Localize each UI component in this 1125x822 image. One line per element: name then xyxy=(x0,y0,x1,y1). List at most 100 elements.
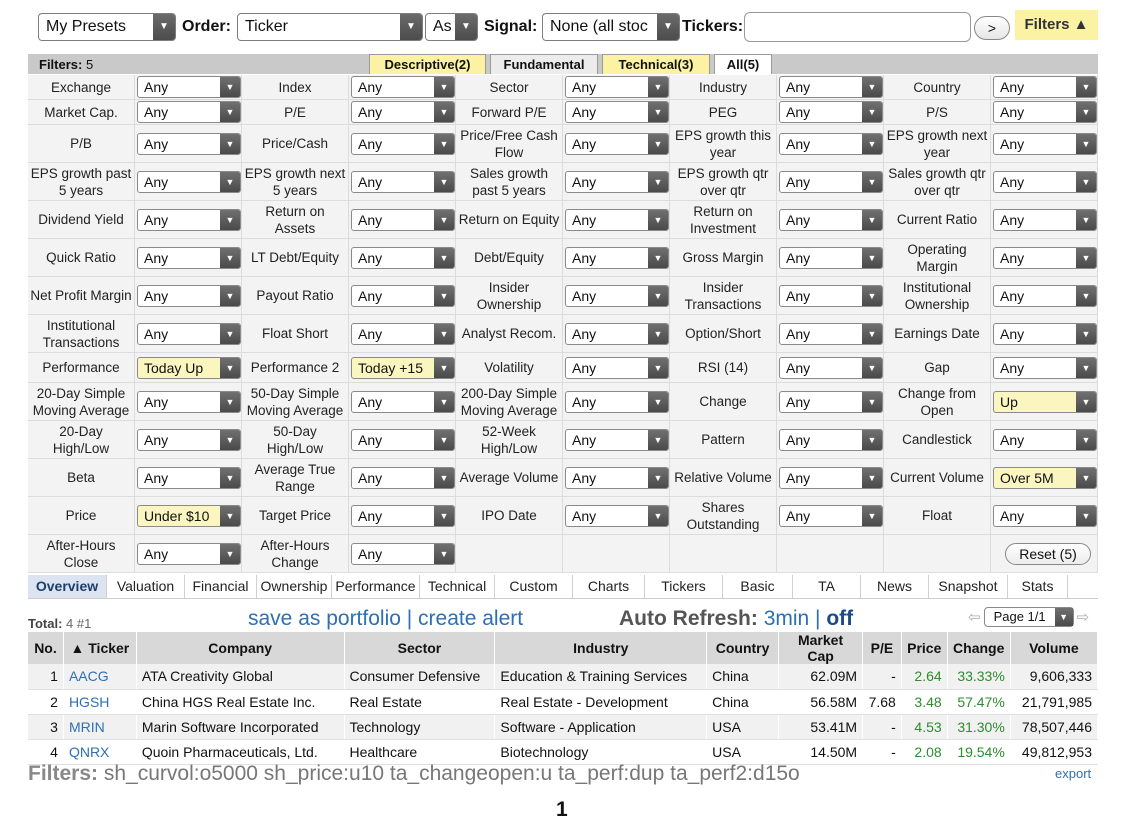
filter-select-pattern[interactable]: Any ▼ xyxy=(779,428,883,451)
filter-select-eps-growth-next-5-years[interactable]: Any ▼ xyxy=(351,170,455,193)
filter-select-net-profit-margin[interactable]: Any ▼ xyxy=(137,284,241,307)
ticker-link[interactable]: MRIN xyxy=(63,714,137,740)
filter-select-operating-margin[interactable]: Any ▼ xyxy=(993,246,1097,269)
filter-select-volatility[interactable]: Any ▼ xyxy=(565,356,669,379)
filter-select-return-on-assets[interactable]: Any ▼ xyxy=(351,208,455,231)
filter-select-performance-2[interactable]: Today +15 ▼ xyxy=(351,356,455,379)
next-page-arrow-icon[interactable]: ⇨ xyxy=(1077,608,1090,626)
filter-select-institutional-ownership[interactable]: Any ▼ xyxy=(993,284,1097,307)
tab-financial[interactable]: Financial xyxy=(185,575,257,598)
ticker-link[interactable]: QNRX xyxy=(63,739,137,765)
filter-select-payout-ratio[interactable]: Any ▼ xyxy=(351,284,455,307)
filter-select-eps-growth-past-5-years[interactable]: Any ▼ xyxy=(137,170,241,193)
filter-select-200-day-simple-moving-average[interactable]: Any ▼ xyxy=(565,390,669,413)
column-header-sector[interactable]: Sector xyxy=(344,632,496,664)
filter-select-earnings-date[interactable]: Any ▼ xyxy=(993,322,1097,345)
filter-select-change-from-open[interactable]: Up ▼ xyxy=(993,390,1097,413)
filter-select-float[interactable]: Any ▼ xyxy=(993,504,1097,527)
tab-descriptive[interactable]: Descriptive(2) xyxy=(369,54,486,74)
filter-select-industry[interactable]: Any ▼ xyxy=(779,76,883,98)
filter-select-institutional-transactions[interactable]: Any ▼ xyxy=(137,322,241,345)
filter-select-52-week-high-low[interactable]: Any ▼ xyxy=(565,428,669,451)
ticker-link[interactable]: AACG xyxy=(63,664,137,690)
order-direction-select[interactable]: As ▼ xyxy=(425,13,478,41)
filter-select-lt-debt-equity[interactable]: Any ▼ xyxy=(351,246,455,269)
presets-select[interactable]: My Presets ▼ xyxy=(38,13,176,41)
table-row[interactable]: 2 HGSH China HGS Real Estate Inc. Real Esta… xyxy=(28,689,1099,715)
column-header-ticker[interactable]: ▲ Ticker xyxy=(63,632,137,664)
filter-select-sales-growth-qtr-over-qtr[interactable]: Any ▼ xyxy=(993,170,1097,193)
filter-select-insider-transactions[interactable]: Any ▼ xyxy=(779,284,883,307)
filter-select-sales-growth-past-5-years[interactable]: Any ▼ xyxy=(565,170,669,193)
tab-custom[interactable]: Custom xyxy=(495,575,573,598)
filter-select-exchange[interactable]: Any ▼ xyxy=(137,76,241,98)
save-as-portfolio-link[interactable]: save as portfolio xyxy=(248,607,401,630)
filter-select-gap[interactable]: Any ▼ xyxy=(993,356,1097,379)
filter-select-target-price[interactable]: Any ▼ xyxy=(351,504,455,527)
filter-select-candlestick[interactable]: Any ▼ xyxy=(993,428,1097,451)
tab-ownership[interactable]: Ownership xyxy=(257,575,332,598)
table-row[interactable]: 1 AACG ATA Creativity Global Consumer Defen… xyxy=(28,664,1099,690)
filter-select-p-b[interactable]: Any ▼ xyxy=(137,132,241,155)
filter-select-relative-volume[interactable]: Any ▼ xyxy=(779,466,883,489)
filter-select-float-short[interactable]: Any ▼ xyxy=(351,322,455,345)
auto-refresh-interval-link[interactable]: 3min xyxy=(764,607,810,630)
tab-fundamental[interactable]: Fundamental xyxy=(490,54,598,74)
create-alert-link[interactable]: create alert xyxy=(418,607,523,630)
tab-performance[interactable]: Performance xyxy=(332,575,420,598)
filter-select-quick-ratio[interactable]: Any ▼ xyxy=(137,246,241,269)
column-header-change[interactable]: Change xyxy=(947,632,1011,664)
filter-select-market-cap[interactable]: Any ▼ xyxy=(137,101,241,123)
filter-select-forward-p-e[interactable]: Any ▼ xyxy=(565,101,669,123)
filter-select-p-s[interactable]: Any ▼ xyxy=(993,101,1097,123)
column-header-company[interactable]: Company xyxy=(136,632,345,664)
filter-select-index[interactable]: Any ▼ xyxy=(351,76,455,98)
filter-select-country[interactable]: Any ▼ xyxy=(993,76,1097,98)
filter-select-debt-equity[interactable]: Any ▼ xyxy=(565,246,669,269)
filter-select-return-on-investment[interactable]: Any ▼ xyxy=(779,208,883,231)
filter-select-after-hours-close[interactable]: Any ▼ xyxy=(137,542,241,565)
tab-news[interactable]: News xyxy=(861,575,929,598)
filter-select-return-on-equity[interactable]: Any ▼ xyxy=(565,208,669,231)
tab-tickers[interactable]: Tickers xyxy=(645,575,723,598)
column-header-p-e[interactable]: P/E xyxy=(862,632,902,664)
auto-refresh-off-link[interactable]: off xyxy=(826,607,853,630)
filter-select-analyst-recom[interactable]: Any ▼ xyxy=(565,322,669,345)
filter-select-sector[interactable]: Any ▼ xyxy=(565,76,669,98)
filter-select-shares-outstanding[interactable]: Any ▼ xyxy=(779,504,883,527)
column-header-price[interactable]: Price xyxy=(901,632,948,664)
go-button[interactable]: > xyxy=(974,16,1010,40)
tab-charts[interactable]: Charts xyxy=(573,575,645,598)
filter-select-peg[interactable]: Any ▼ xyxy=(779,101,883,123)
tab-stats[interactable]: Stats xyxy=(1008,575,1068,598)
tab-technical[interactable]: Technical(3) xyxy=(602,54,710,74)
filter-select-after-hours-change[interactable]: Any ▼ xyxy=(351,542,455,565)
tab-basic[interactable]: Basic xyxy=(723,575,793,598)
column-header-market-cap[interactable]: Market Cap xyxy=(778,632,864,664)
filter-select-average-true-range[interactable]: Any ▼ xyxy=(351,466,455,489)
tab-ta[interactable]: TA xyxy=(793,575,861,598)
export-link[interactable]: export xyxy=(1055,766,1091,781)
filters-toggle-tab[interactable]: Filters ▲ xyxy=(1015,10,1098,40)
filter-select-p-e[interactable]: Any ▼ xyxy=(351,101,455,123)
filter-select-eps-growth-next-year[interactable]: Any ▼ xyxy=(993,132,1097,155)
tab-all[interactable]: All(5) xyxy=(714,54,772,74)
filter-select-change[interactable]: Any ▼ xyxy=(779,390,883,413)
filter-select-current-volume[interactable]: Over 5M ▼ xyxy=(993,466,1097,489)
tab-overview[interactable]: Overview xyxy=(28,575,107,598)
prev-page-arrow-icon[interactable]: ⇦ xyxy=(968,608,981,626)
reset-filters-button[interactable]: Reset (5) xyxy=(1005,542,1091,565)
filter-select-insider-ownership[interactable]: Any ▼ xyxy=(565,284,669,307)
tab-valuation[interactable]: Valuation xyxy=(107,575,185,598)
filter-select-20-day-simple-moving-average[interactable]: Any ▼ xyxy=(137,390,241,413)
filter-select-50-day-simple-moving-average[interactable]: Any ▼ xyxy=(351,390,455,413)
filter-select-beta[interactable]: Any ▼ xyxy=(137,466,241,489)
filter-select-price-cash[interactable]: Any ▼ xyxy=(351,132,455,155)
filter-select-price[interactable]: Under $10 ▼ xyxy=(137,504,241,527)
filter-select-dividend-yield[interactable]: Any ▼ xyxy=(137,208,241,231)
column-header-volume[interactable]: Volume xyxy=(1010,632,1099,664)
page-select[interactable]: Page 1/1 ▼ xyxy=(983,607,1074,627)
tickers-input[interactable] xyxy=(744,12,971,42)
ticker-link[interactable]: HGSH xyxy=(63,689,137,715)
filter-select-current-ratio[interactable]: Any ▼ xyxy=(993,208,1097,231)
